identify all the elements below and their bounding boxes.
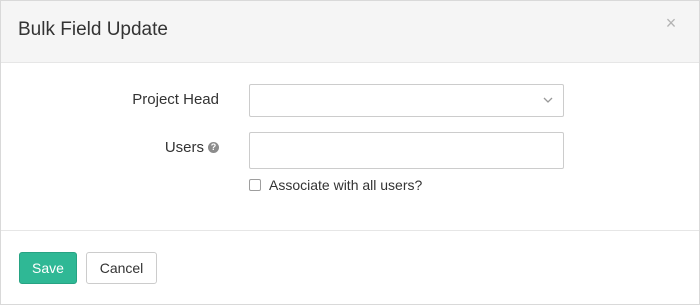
dialog-title: Bulk Field Update bbox=[18, 19, 168, 40]
close-icon[interactable]: × bbox=[663, 13, 679, 33]
project-head-label: Project Head bbox=[132, 91, 219, 108]
save-button[interactable]: Save bbox=[19, 252, 77, 284]
footer-divider bbox=[1, 230, 699, 231]
cancel-button[interactable]: Cancel bbox=[86, 252, 157, 284]
users-input[interactable] bbox=[249, 132, 564, 169]
project-head-select[interactable] bbox=[249, 84, 564, 117]
users-label-group: Users? bbox=[101, 138, 219, 158]
bulk-field-update-dialog: Bulk Field Update × Project Head Users? … bbox=[0, 0, 700, 305]
users-label: Users bbox=[164, 139, 204, 156]
chevron-down-icon bbox=[543, 97, 553, 103]
dialog-header: Bulk Field Update × bbox=[1, 1, 699, 63]
associate-all-label[interactable]: Associate with all users? bbox=[269, 175, 422, 195]
associate-all-checkbox[interactable] bbox=[249, 179, 261, 191]
help-icon[interactable]: ? bbox=[208, 142, 219, 153]
